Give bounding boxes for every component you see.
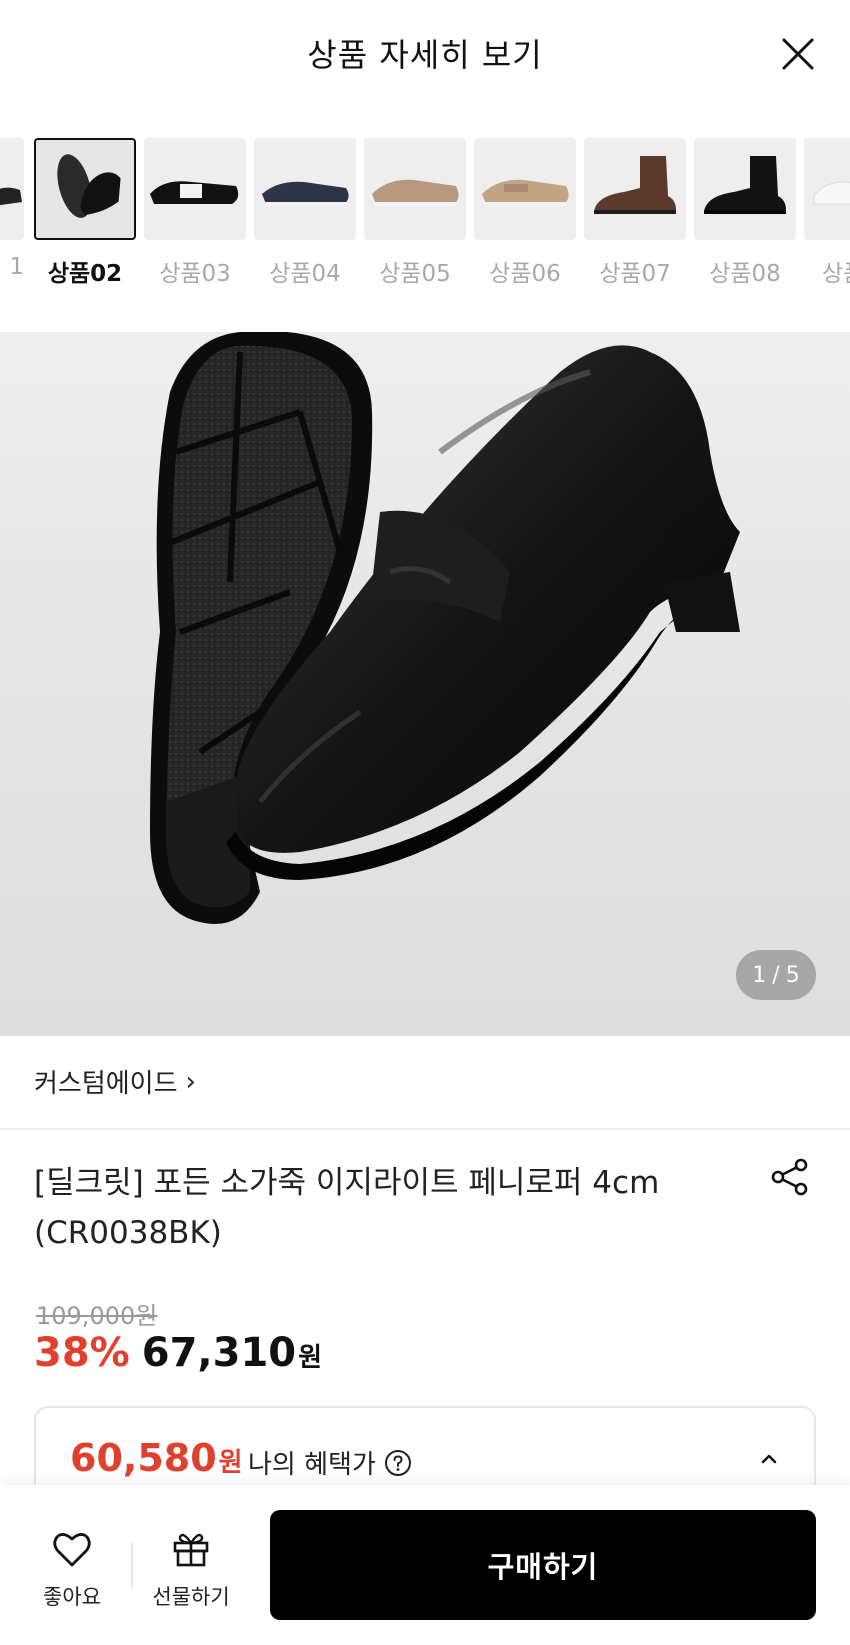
thumbnail-item-active[interactable]: 상품02 — [34, 138, 136, 288]
heart-icon — [53, 1533, 91, 1567]
page-separator: / — [772, 962, 780, 988]
thumbnail-image — [474, 138, 576, 240]
benefit-currency: 원 — [218, 1448, 243, 1478]
product-title-line1: [딜크릿] 포든 소가죽 이지라이트 페니로퍼 4cm — [34, 1165, 660, 1201]
brand-name: 커스텀에이드 — [34, 1069, 178, 1099]
discount-rate: 38% — [34, 1330, 130, 1376]
header: 상품 자세히 보기 — [0, 0, 850, 110]
thumbnail-label: 상품06 — [489, 261, 561, 287]
like-label: 좋아요 — [43, 1585, 101, 1609]
thumbnail-image — [144, 138, 246, 240]
close-icon — [782, 38, 814, 70]
product-title-line2: (CR0038BK) — [34, 1215, 222, 1251]
thumbnail-item[interactable]: 상품04 — [254, 138, 356, 288]
benefit-price-value: 60,580 — [70, 1436, 217, 1480]
thumbnail-image — [804, 138, 850, 240]
thumbnail-item[interactable]: 상품08 — [694, 138, 796, 288]
current-page: 1 — [752, 962, 767, 988]
thumbnail-image — [694, 138, 796, 240]
thumbnail-strip[interactable]: 1 상품02 상품03 상품04 상품05 상품06 상품07 상품08 상 — [0, 138, 850, 298]
thumbnail-image — [0, 138, 24, 240]
benefit-label-group: 나의 혜택가 — [248, 1444, 412, 1481]
thumbnail-item[interactable]: 상품05 — [364, 138, 466, 288]
brand-link[interactable]: 커스텀에이드 › — [34, 1063, 196, 1100]
chevron-right-icon: › — [185, 1066, 196, 1097]
thumbnail-item[interactable]: 상품07 — [584, 138, 686, 288]
gift-icon — [173, 1533, 209, 1567]
chevron-up-icon[interactable] — [754, 1444, 784, 1474]
image-page-indicator: 1 / 5 — [736, 950, 816, 1000]
price-row: 38% 67,310 원 — [34, 1330, 322, 1376]
thumbnail-label: 상품07 — [599, 261, 671, 287]
thumbnail-item[interactable]: 상품 — [804, 138, 850, 288]
bottom-bar-separator — [131, 1543, 133, 1589]
thumbnail-image — [34, 138, 136, 240]
gift-button[interactable]: 선물하기 — [146, 1527, 236, 1611]
share-button[interactable] — [768, 1155, 812, 1199]
thumbnail-label: 상품04 — [269, 261, 341, 287]
sale-price: 67,310 — [141, 1330, 297, 1376]
section-divider — [0, 1128, 850, 1130]
product-image — [150, 332, 740, 924]
bottom-action-bar: 좋아요 선물하기 구매하기 — [0, 1485, 850, 1645]
thumbnail-image — [364, 138, 466, 240]
question-circle-icon[interactable] — [384, 1449, 412, 1477]
thumbnail-image — [254, 138, 356, 240]
thumbnail-label: 상품05 — [379, 261, 451, 287]
thumbnail-item[interactable]: 상품03 — [144, 138, 246, 288]
close-button[interactable] — [776, 32, 820, 76]
total-pages: 5 — [785, 962, 800, 988]
buy-button[interactable]: 구매하기 — [270, 1510, 816, 1620]
thumbnail-label: 상품03 — [159, 261, 231, 287]
benefit-price: 60,580 원 — [70, 1436, 243, 1480]
product-image-carousel[interactable]: 1 / 5 — [0, 332, 850, 1036]
page-title: 상품 자세히 보기 — [307, 36, 543, 74]
like-button[interactable]: 좋아요 — [32, 1527, 112, 1611]
gift-label: 선물하기 — [152, 1585, 230, 1609]
thumbnail-label: 상품08 — [709, 261, 781, 287]
thumbnail-image — [584, 138, 686, 240]
thumbnail-item[interactable]: 1 — [0, 138, 24, 280]
original-price: 109,000원 — [36, 1302, 158, 1330]
thumbnail-label: 상품02 — [47, 261, 123, 287]
thumbnail-label: 1 — [9, 254, 24, 280]
thumbnail-item[interactable]: 상품06 — [474, 138, 576, 288]
currency-unit: 원 — [298, 1343, 323, 1373]
share-icon — [771, 1158, 808, 1196]
thumbnail-label: 상품 — [822, 261, 850, 287]
product-title: [딜크릿] 포든 소가죽 이지라이트 페니로퍼 4cm (CR0038BK) — [34, 1158, 714, 1258]
benefit-label: 나의 혜택가 — [248, 1450, 376, 1480]
